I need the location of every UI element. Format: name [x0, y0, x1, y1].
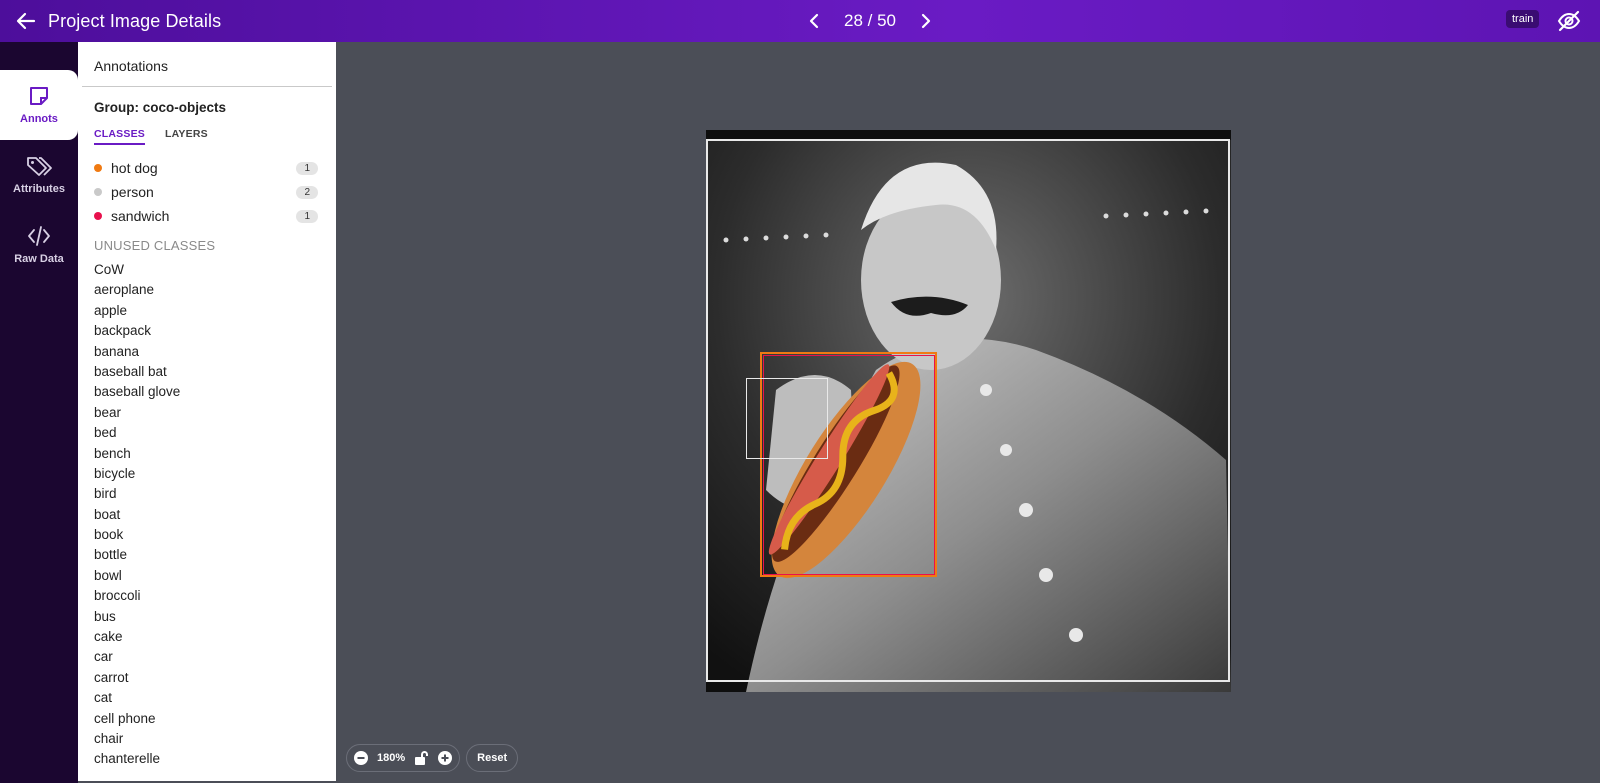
side-rail: Annots Attributes Raw Data: [0, 42, 78, 783]
unused-class-item[interactable]: chair: [94, 729, 180, 749]
class-name: sandwich: [111, 208, 170, 224]
page-title: Project Image Details: [48, 11, 222, 31]
unused-class-item[interactable]: boat: [94, 505, 180, 525]
unused-classes-heading: UNUSED CLASSES: [94, 238, 216, 253]
rail-item-attributes[interactable]: Attributes: [0, 140, 78, 210]
unused-class-item[interactable]: baseball glove: [94, 382, 180, 402]
unused-class-item[interactable]: cake: [94, 627, 180, 647]
class-color-dot: [94, 212, 102, 220]
class-count-badge: 1: [296, 209, 318, 223]
unused-class-item[interactable]: cat: [94, 688, 180, 708]
unused-class-item[interactable]: aeroplane: [94, 280, 180, 300]
panel-heading: Annotations: [94, 58, 168, 74]
eye-off-icon[interactable]: [1556, 8, 1582, 34]
tab-layers[interactable]: LAYERS: [165, 128, 208, 145]
class-name: person: [111, 184, 154, 200]
zoom-in-icon[interactable]: [437, 750, 453, 766]
rail-item-label: Raw Data: [14, 253, 64, 265]
class-color-dot: [94, 188, 102, 196]
unused-class-item[interactable]: banana: [94, 342, 180, 362]
unused-class-item[interactable]: car: [94, 647, 180, 667]
split-badge: train: [1506, 10, 1540, 28]
chevron-right-icon: [921, 13, 931, 29]
sticky-note-icon: [30, 87, 48, 105]
tags-icon: [27, 157, 52, 176]
unused-class-item[interactable]: bowl: [94, 566, 180, 586]
previous-image-button[interactable]: [800, 6, 830, 36]
class-item-sandwich[interactable]: sandwich 1: [94, 204, 318, 228]
unused-class-item[interactable]: broccoli: [94, 586, 180, 606]
class-color-dot: [94, 164, 102, 172]
zoom-controls: 180% Reset: [346, 744, 519, 772]
unused-class-item[interactable]: bottle: [94, 545, 180, 565]
class-count-badge: 2: [296, 185, 318, 199]
person-bounding-box[interactable]: [746, 378, 828, 459]
zoom-out-icon[interactable]: [353, 750, 369, 766]
unused-class-list: CoW aeroplane apple backpack banana baseball …: [94, 260, 180, 770]
unused-class-item[interactable]: CoW: [94, 260, 180, 280]
unused-class-item[interactable]: backpack: [94, 321, 180, 341]
zoom-level: 180%: [377, 752, 406, 764]
annotations-panel: Annotations Group: coco-objects CLASSES …: [78, 42, 336, 781]
unused-class-item[interactable]: book: [94, 525, 180, 545]
class-item-person[interactable]: person 2: [94, 180, 318, 204]
rail-item-label: Annots: [20, 113, 58, 125]
class-name: hot dog: [111, 160, 158, 176]
class-list: hot dog 1 person 2 sandwich 1: [94, 156, 318, 228]
unused-class-item[interactable]: cell phone: [94, 709, 180, 729]
group-title: Group: coco-objects: [94, 100, 227, 115]
unused-class-item[interactable]: chanterelle: [94, 749, 180, 769]
unused-class-item[interactable]: carrot: [94, 668, 180, 688]
next-image-button[interactable]: [910, 6, 940, 36]
rail-item-label: Attributes: [13, 183, 65, 195]
unlock-icon[interactable]: [413, 750, 429, 766]
unused-class-item[interactable]: bear: [94, 403, 180, 423]
zoom-pill: 180%: [346, 744, 461, 772]
back-arrow-icon[interactable]: [14, 9, 38, 33]
unused-class-item[interactable]: bicycle: [94, 464, 180, 484]
annotated-image[interactable]: [706, 130, 1231, 692]
panel-tabs: CLASSES LAYERS: [94, 128, 208, 145]
pager-count: 28 / 50: [844, 11, 896, 30]
image-pager: 28 / 50: [800, 6, 940, 36]
unused-class-item[interactable]: baseball bat: [94, 362, 180, 382]
unused-class-item[interactable]: bed: [94, 423, 180, 443]
tab-classes[interactable]: CLASSES: [94, 128, 145, 145]
class-count-badge: 1: [296, 161, 318, 175]
reset-zoom-button[interactable]: Reset: [466, 744, 519, 772]
top-bar: Project Image Details 28 / 50 train: [0, 0, 1600, 42]
rail-item-raw-data[interactable]: Raw Data: [0, 210, 78, 280]
divider: [82, 86, 332, 87]
unused-class-item[interactable]: apple: [94, 301, 180, 321]
chevron-left-icon: [809, 13, 819, 29]
code-icon: [28, 226, 50, 246]
unused-class-item[interactable]: bird: [94, 484, 180, 504]
class-item-hot-dog[interactable]: hot dog 1: [94, 156, 318, 180]
unused-class-item[interactable]: bench: [94, 444, 180, 464]
unused-class-item[interactable]: bus: [94, 607, 180, 627]
rail-item-annots[interactable]: Annots: [0, 70, 78, 140]
